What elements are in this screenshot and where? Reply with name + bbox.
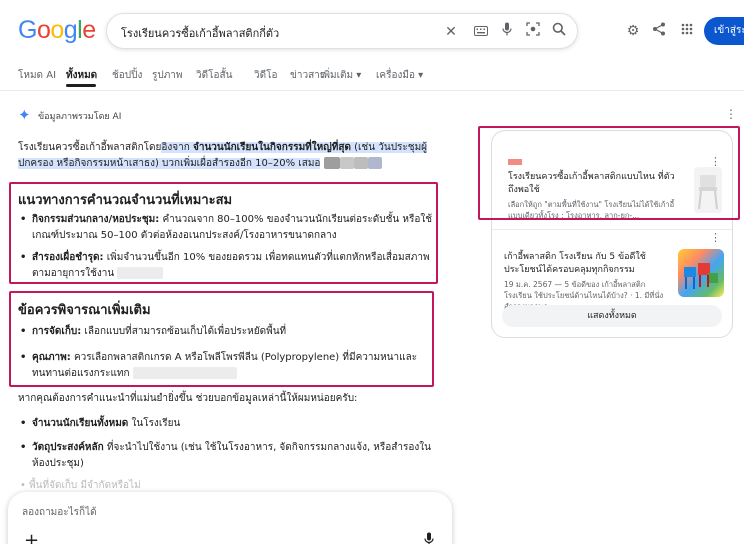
- close-icon[interactable]: ✕: [441, 22, 461, 42]
- microphone-icon[interactable]: [424, 532, 434, 544]
- apps-grid-icon[interactable]: [678, 22, 696, 40]
- source-card-title[interactable]: เก้าอี้พลาสติก โรงเรียน กับ 5 ข้อดีใช้ปร…: [504, 251, 674, 277]
- annotation-box-card: [478, 126, 740, 220]
- ai-overview-label: ข้อมูลภาพรวมโดย AI: [38, 112, 122, 122]
- search-box[interactable]: โรงเรียนควรซื้อเก้าอี้พลาสติกกี่ตัว ✕: [106, 13, 578, 49]
- source-favicon[interactable]: [367, 157, 382, 169]
- list-item: • จำนวนนักเรียนทั้งหมด ในโรงเรียน: [20, 418, 181, 429]
- tab-all[interactable]: ทั้งหมด: [66, 68, 97, 83]
- gear-icon[interactable]: ⚙: [624, 22, 642, 40]
- share-icon[interactable]: [650, 22, 668, 40]
- tab-tools[interactable]: เครื่องมือ ▾: [376, 68, 423, 83]
- more-options-icon[interactable]: ⋮: [725, 107, 737, 121]
- source-favicon[interactable]: [323, 157, 340, 169]
- followup-paragraph: หากคุณต้องการคำแนะนำที่แม่นยำยิ่งขึ้น ช่…: [18, 393, 358, 404]
- microphone-icon[interactable]: [497, 22, 517, 42]
- tab-short-videos[interactable]: วิดีโอสั้น: [196, 68, 232, 83]
- list-item: • คุณภาพ: ควรเลือกพลาสติกเกรด A หรือโพลี…: [20, 352, 418, 379]
- card-divider: [492, 229, 732, 230]
- source-favicon[interactable]: [339, 157, 354, 169]
- tab-videos[interactable]: วิดีโอ: [254, 68, 278, 83]
- source-chip[interactable]: [132, 367, 237, 379]
- list-item: • การจัดเก็บ: เลือกแบบที่สามารถซ้อนเก็บไ…: [20, 326, 287, 337]
- tab-images[interactable]: รูปภาพ: [152, 68, 183, 83]
- search-input[interactable]: โรงเรียนควรซื้อเก้าอี้พลาสติกกี่ตัว: [121, 24, 279, 42]
- more-options-icon[interactable]: ⋮: [710, 231, 721, 244]
- show-all-button[interactable]: แสดงทั้งหมด: [502, 305, 722, 327]
- ask-anything-box[interactable]: ลองถามอะไรก็ได้ +: [8, 492, 452, 544]
- list-item: • กิจกรรมส่วนกลาง/หอประชุม: คำนวณจาก 80–…: [20, 214, 433, 241]
- keyboard-icon[interactable]: [471, 22, 491, 42]
- tab-more[interactable]: เพิ่มเติม ▾: [320, 68, 361, 83]
- search-tabs: โหมด AI ทั้งหมด ช้อปปิ้ง รูปภาพ วิดีโอสั…: [0, 62, 744, 86]
- list-item-faded: • พื้นที่จัดเก็บ มีจำกัดหรือไม่: [20, 480, 141, 491]
- ai-sparkle-icon: ✦: [18, 106, 31, 124]
- source-card-thumbnail[interactable]: [678, 249, 724, 297]
- camera-lens-icon[interactable]: [523, 22, 543, 42]
- section-title-calculation: แนวทางการคำนวณจำนวนที่เหมาะสม: [18, 193, 233, 208]
- source-chip[interactable]: [117, 267, 164, 279]
- list-item: • วัตถุประสงค์หลัก ที่จะนำไปใช้งาน (เช่น…: [20, 442, 431, 469]
- top-bar: Google โรงเรียนควรซื้อเก้าอี้พลาสติกกี่ต…: [0, 0, 744, 62]
- ask-input[interactable]: ลองถามอะไรก็ได้: [22, 505, 97, 520]
- google-logo[interactable]: Google: [18, 16, 96, 45]
- tab-ai-mode[interactable]: โหมด AI: [18, 68, 56, 83]
- active-tab-indicator: [66, 84, 96, 87]
- section-title-considerations: ข้อควรพิจารณาเพิ่มเติม: [18, 303, 151, 318]
- list-item: • สำรองเผื่อชำรุด: เพิ่มจำนวนขึ้นอีก 10%…: [20, 252, 430, 279]
- tab-shopping[interactable]: ช้อปปิ้ง: [112, 68, 142, 83]
- source-favicon[interactable]: [353, 157, 368, 169]
- search-icon[interactable]: [549, 22, 569, 42]
- plus-icon[interactable]: +: [24, 530, 39, 544]
- login-button[interactable]: เข้าสู่ระบบ: [704, 17, 744, 45]
- tabs-divider: [0, 90, 744, 91]
- ai-intro-paragraph: โรงเรียนควรซื้อเก้าอี้พลาสติกโดยอิงจาก จ…: [18, 142, 428, 169]
